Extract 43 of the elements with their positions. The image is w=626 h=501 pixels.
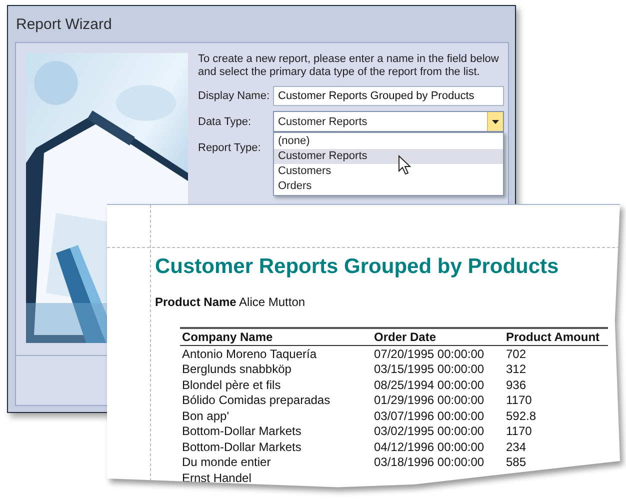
table-cell-text: 04/12/1996 00:00:00	[373, 439, 486, 454]
table-cell-text: 03/15/1995 00:00:00	[373, 362, 486, 377]
field-label: Report Type:	[198, 142, 262, 154]
table-cell: 07/20/1995 00:00:00	[372, 346, 504, 362]
group-header: Product Name Alice Mutton	[155, 295, 306, 309]
field-label: Display Name:	[198, 90, 271, 102]
table-cell-text: Du monde entier	[181, 454, 272, 470]
window-title: Report Wizard	[15, 15, 113, 35]
data-type-dropdown[interactable]: Customer Reports	[273, 111, 504, 132]
table-cell-text: Bottom-Dollar Markets	[181, 439, 302, 454]
caret-icon	[492, 120, 499, 124]
report-title: Customer Reports Grouped by Products	[155, 255, 560, 279]
column-header: Order Date	[372, 328, 504, 346]
table-cell-text: 1170	[505, 424, 533, 439]
column-header: Company Name	[180, 328, 372, 346]
table-cell-text: 936	[505, 377, 528, 392]
table-cell-text: 592.8	[505, 408, 538, 424]
table-cell: Antonio Moreno Taquería	[180, 346, 372, 362]
table-cell-text: 585	[505, 454, 528, 470]
cursor-icon	[398, 155, 411, 175]
table-cell-text: Ernst Handel	[181, 470, 252, 486]
dropdown-option[interactable]: (none)	[274, 134, 503, 149]
table-cell-text: 03/02/1995 00:00:00	[373, 424, 486, 439]
table-cell-text: Berglunds snabbköp	[181, 362, 292, 377]
table-cell-text: 234	[505, 439, 528, 454]
table-cell-text: 1170	[505, 392, 533, 408]
dropdown-option[interactable]: Customer Reports	[274, 149, 503, 164]
table-cell-text: 03/18/1996 00:00:00	[373, 454, 486, 470]
instruction-text: To create a new report, please enter a name in the field below and select the primary data type of the report from the list.	[198, 53, 500, 79]
column-header: Product Amount	[504, 328, 608, 346]
table-cell-text: Bólido Comidas preparadas	[181, 392, 332, 408]
table-cell-text: Blondel père et fils	[181, 377, 282, 392]
table-cell-text: Bottom-Dollar Markets	[181, 424, 302, 439]
table-cell-text: 312	[505, 362, 528, 377]
table-cell-text: Bon app'	[181, 408, 230, 424]
table-cell: 702	[504, 346, 608, 362]
table-cell-text: 01/29/1996 00:00:00	[373, 392, 486, 408]
dropdown-option[interactable]: Orders	[274, 179, 503, 194]
table-cell-text: 03/07/1996 00:00:00	[373, 408, 486, 424]
display-name-field[interactable]: Customer Reports Grouped by Products	[273, 86, 504, 106]
field-label: Data Type:	[198, 116, 252, 128]
dropdown-option[interactable]: Customers	[274, 164, 503, 179]
table-cell-text: 08/25/1994 00:00:00	[373, 377, 486, 392]
